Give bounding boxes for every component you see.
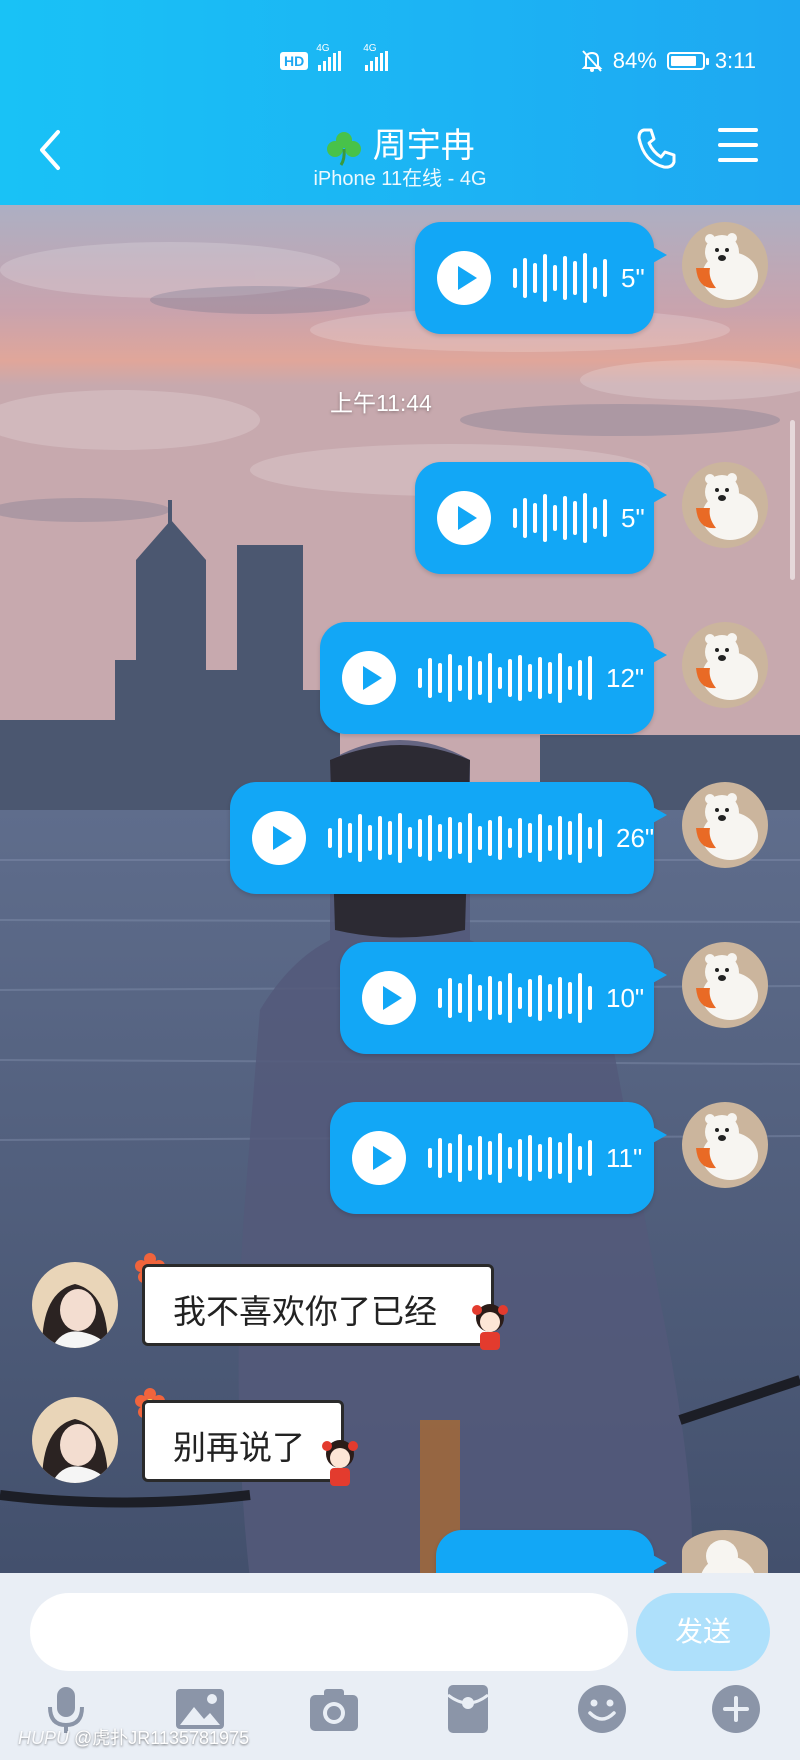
polar-bear-avatar-icon bbox=[682, 622, 768, 708]
my-avatar[interactable] bbox=[682, 222, 768, 308]
hd-badge: HD bbox=[280, 52, 309, 70]
voice-duration: 5" bbox=[621, 502, 645, 533]
sticker-girl-icon bbox=[322, 1440, 358, 1486]
chat-scrollbar[interactable] bbox=[790, 420, 795, 580]
voice-message[interactable]: 11" bbox=[330, 1102, 667, 1214]
play-icon[interactable] bbox=[437, 251, 491, 305]
voice-message[interactable]: 12" bbox=[320, 622, 667, 734]
voice-duration: 10" bbox=[606, 982, 645, 1013]
menu-icon[interactable] bbox=[718, 128, 758, 168]
watermark-brand: HUPU bbox=[18, 1728, 70, 1748]
contact-avatar-image bbox=[32, 1397, 118, 1483]
voice-message[interactable]: 26" bbox=[230, 782, 667, 894]
polar-bear-avatar-icon bbox=[682, 222, 768, 308]
waveform-icon bbox=[513, 488, 607, 548]
waveform-icon bbox=[513, 248, 607, 308]
voice-duration: 26" bbox=[616, 822, 655, 853]
message-timestamp: 上午11:44 bbox=[330, 390, 432, 416]
contact-avatar[interactable] bbox=[32, 1262, 118, 1348]
message-text: 我不喜欢你了已经 bbox=[173, 1292, 437, 1331]
voice-message[interactable]: 5" bbox=[415, 222, 667, 334]
emoji-icon[interactable] bbox=[574, 1681, 630, 1737]
clock: 3:11 bbox=[714, 48, 756, 73]
send-button[interactable]: 发送 bbox=[636, 1593, 770, 1671]
waveform-icon bbox=[428, 1128, 592, 1188]
status-bar-system: 84% 3:11 bbox=[581, 44, 756, 78]
message-input[interactable] bbox=[30, 1593, 628, 1671]
play-icon[interactable] bbox=[342, 651, 396, 705]
chat-header: HD 4G 4G 84% 3:11 周宇冉 iPhone 11在线 - 4G bbox=[0, 0, 800, 205]
incoming-text-message[interactable]: 别再说了 bbox=[142, 1400, 344, 1482]
phone-icon[interactable] bbox=[636, 126, 676, 170]
contact-avatar-image bbox=[32, 1262, 118, 1348]
signal-1-icon: 4G bbox=[316, 43, 342, 71]
polar-bear-avatar-icon bbox=[682, 942, 768, 1028]
voice-duration: 12" bbox=[606, 662, 645, 693]
watermark-text: @虎扑JR1135781975 bbox=[74, 1728, 250, 1748]
my-avatar[interactable] bbox=[682, 1102, 768, 1188]
my-avatar[interactable] bbox=[682, 782, 768, 868]
red-packet-icon[interactable] bbox=[440, 1681, 496, 1737]
play-icon[interactable] bbox=[437, 491, 491, 545]
polar-bear-avatar-icon bbox=[682, 782, 768, 868]
play-icon[interactable] bbox=[352, 1131, 406, 1185]
my-avatar[interactable] bbox=[682, 462, 768, 548]
contact-avatar[interactable] bbox=[32, 1397, 118, 1483]
message-text: 别再说了 bbox=[173, 1428, 305, 1467]
my-avatar[interactable] bbox=[682, 622, 768, 708]
contact-title[interactable]: 周宇冉 bbox=[0, 118, 800, 167]
voice-duration: 11" bbox=[606, 1142, 643, 1173]
signal-1-label: 4G bbox=[316, 43, 330, 54]
signal-2-label: 4G bbox=[363, 43, 377, 54]
waveform-icon bbox=[418, 648, 592, 708]
contact-name: 周宇冉 bbox=[372, 127, 475, 165]
my-avatar[interactable] bbox=[682, 942, 768, 1028]
contact-status: iPhone 11在线 - 4G bbox=[313, 168, 487, 190]
voice-message[interactable]: 5" bbox=[415, 462, 667, 574]
battery-percent: 84% bbox=[612, 48, 657, 73]
play-icon[interactable] bbox=[362, 971, 416, 1025]
polar-bear-avatar-icon bbox=[682, 1102, 768, 1188]
voice-message[interactable]: 10" bbox=[340, 942, 667, 1054]
camera-icon[interactable] bbox=[306, 1681, 362, 1737]
plus-icon[interactable] bbox=[708, 1681, 764, 1737]
waveform-icon bbox=[438, 968, 592, 1028]
play-icon[interactable] bbox=[252, 811, 306, 865]
watermark: HUPU @虎扑JR1135781975 bbox=[18, 1724, 249, 1750]
voice-duration: 5" bbox=[621, 262, 645, 293]
signal-2-icon: 4G bbox=[363, 43, 389, 71]
sticker-girl-icon bbox=[472, 1304, 508, 1350]
bell-off-icon bbox=[581, 50, 603, 72]
battery-icon bbox=[666, 52, 709, 70]
incoming-text-message[interactable]: 我不喜欢你了已经 bbox=[142, 1264, 494, 1346]
my-avatar[interactable] bbox=[682, 1530, 768, 1573]
polar-bear-avatar-icon bbox=[682, 462, 768, 548]
waveform-icon bbox=[328, 808, 602, 868]
status-bar-network: HD 4G 4G bbox=[280, 43, 389, 78]
polar-bear-avatar-icon bbox=[682, 1530, 768, 1573]
